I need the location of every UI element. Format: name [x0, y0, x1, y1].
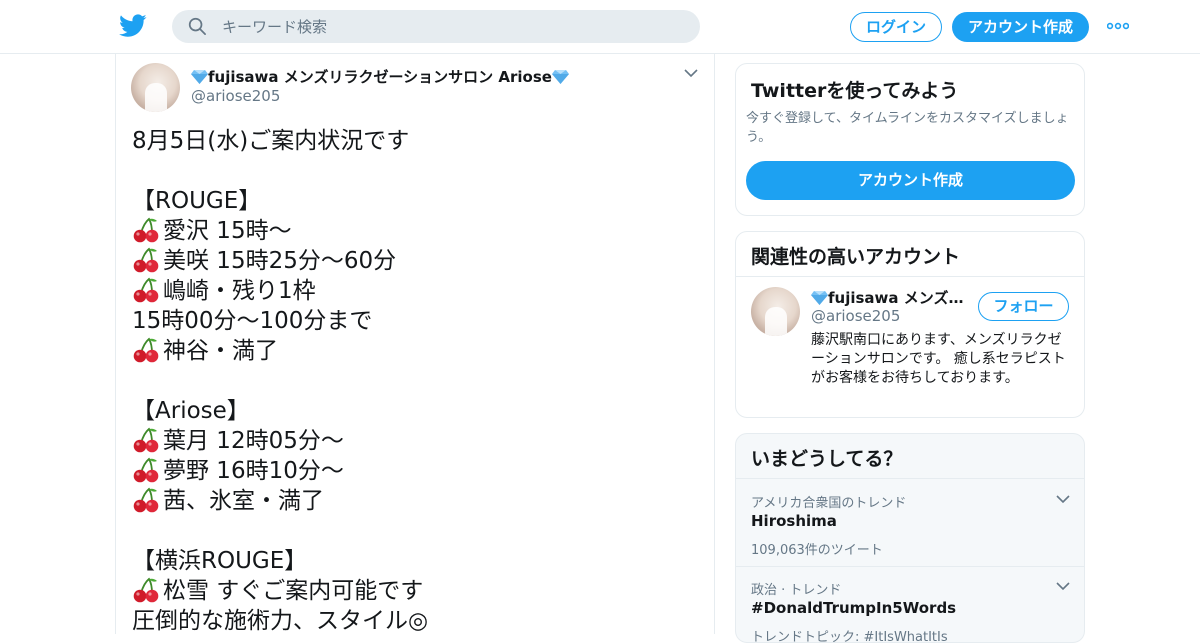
tweet-text-line: 【ROUGE】	[132, 186, 702, 216]
tweet-text-line	[132, 366, 702, 396]
top-navigation-bar: ログイン アカウント作成	[0, 0, 1200, 54]
tweet-text-line: 愛沢 15時～	[132, 216, 702, 246]
tweet-text-span: 【Ariose】	[132, 398, 250, 424]
related-accounts-title: 関連性の高いアカウント	[736, 232, 1084, 277]
tweet-text-span: 葉月 12時05分～	[163, 428, 344, 454]
trend-item[interactable]: アメリカ合衆国のトレンド Hiroshima 109,063件のツイート	[736, 480, 1084, 567]
tweet-text-line: 葉月 12時05分～	[132, 426, 702, 456]
tweet-text: 8月5日(水)ご案内状況です 【ROUGE】愛沢 15時～ 美咲 15時25分～60…	[132, 126, 702, 636]
avatar[interactable]	[131, 63, 180, 112]
follow-button[interactable]: フォロー	[978, 292, 1069, 321]
trend-name: Hiroshima	[751, 512, 837, 530]
chevron-down-icon[interactable]	[1056, 581, 1070, 591]
signup-button[interactable]: アカウント作成	[952, 12, 1089, 42]
signup-card-subtitle: 今すぐ登録して、タイムラインをカスタマイズしましょう。	[746, 111, 1069, 145]
tweet-text-line: 【Ariose】	[132, 396, 702, 426]
cherry-icon	[132, 337, 160, 363]
tweet-text-span: 圧倒的な施術力、スタイル◎	[132, 608, 429, 634]
trend-category: アメリカ合衆国のトレンド	[751, 496, 907, 511]
tweet-text-span: 【横浜ROUGE】	[132, 548, 308, 574]
chevron-down-icon[interactable]	[684, 68, 698, 78]
tweet-text-span: 夢野 16時10分～	[163, 458, 344, 484]
trends-card: いまどうしてる？ アメリカ合衆国のトレンド Hiroshima 109,063件…	[735, 433, 1085, 643]
related-account-bio: 藤沢駅南口にあります、メンズリラクゼーションサロンです。 癒し系セラピストがお客…	[811, 332, 1066, 386]
related-account-handle[interactable]: @ariose205	[811, 307, 900, 325]
trend-category: 政治 · トレンド	[751, 583, 842, 598]
tweet-author-name[interactable]: fujisawa メンズリラクゼーションサロン Ariose	[191, 66, 569, 87]
search-input[interactable]	[222, 10, 682, 43]
tweet-text-span: 8月5日(水)ご案内状況です	[132, 128, 410, 154]
chevron-down-icon[interactable]	[1056, 494, 1070, 504]
tweet-text-line: 茜、氷室・満了	[132, 486, 702, 516]
tweet-text-line: 8月5日(水)ご案内状況です	[132, 126, 702, 156]
tweet-text-span: 茜、氷室・満了	[163, 488, 324, 514]
tweet-text-span: 松雪 すぐご案内可能です	[163, 578, 424, 604]
tweet-text-line: 嶋崎・残り1枠	[132, 276, 702, 306]
cherry-icon	[132, 277, 160, 303]
search-icon	[188, 17, 206, 35]
tweet-text-line	[132, 516, 702, 546]
avatar[interactable]	[751, 287, 800, 336]
tweet-text-span: 嶋崎・残り1枠	[163, 278, 316, 304]
tweet-text-line: 夢野 16時10分～	[132, 456, 702, 486]
tweet-text-line: 美咲 15時25分～60分	[132, 246, 702, 276]
cherry-icon	[132, 457, 160, 483]
trend-count: 109,063件のツイート	[751, 543, 883, 558]
trends-title: いまどうしてる？	[736, 434, 1084, 479]
signup-card-button[interactable]: アカウント作成	[746, 161, 1075, 200]
cherry-icon	[132, 217, 160, 243]
login-button[interactable]: ログイン	[850, 12, 942, 42]
related-account-name[interactable]: fujisawa メンズリ…	[811, 287, 971, 308]
gem-icon	[191, 70, 208, 84]
related-account-name-text: fujisawa メンズリ…	[828, 289, 971, 307]
tweet-text-line: 【横浜ROUGE】	[132, 546, 702, 576]
gem-icon	[551, 70, 569, 84]
tweet-card: fujisawa メンズリラクゼーションサロン Ariose @ariose20…	[115, 54, 715, 634]
related-accounts-card: 関連性の高いアカウント fujisawa メンズリ… @ariose205 フォ…	[735, 231, 1085, 418]
tweet-text-line: 15時00分～100分まで	[132, 306, 702, 336]
trend-count: トレンドトピック: #ItIsWhatItIs	[751, 630, 948, 643]
cherry-icon	[132, 487, 160, 513]
search-box[interactable]	[172, 10, 700, 43]
tweet-text-span: 美咲 15時25分～60分	[163, 248, 397, 274]
gem-icon	[811, 291, 828, 305]
twitter-bird-icon[interactable]	[119, 14, 147, 38]
signup-prompt-card: Twitterを使ってみよう 今すぐ登録して、タイムラインをカスタマイズしましょ…	[735, 63, 1085, 216]
trend-name: #DonaldTrumpIn5Words	[751, 599, 957, 617]
tweet-text-line: 圧倒的な施術力、スタイル◎	[132, 606, 702, 636]
tweet-text-span: 神谷・満了	[163, 338, 278, 364]
tweet-text-span: 【ROUGE】	[132, 188, 262, 214]
tweet-text-line	[132, 156, 702, 186]
trend-item[interactable]: 政治 · トレンド #DonaldTrumpIn5Words トレンドトピック:…	[736, 567, 1084, 643]
tweet-author-name-text: fujisawa メンズリラクゼーションサロン Ariose	[208, 68, 552, 86]
signup-card-title: Twitterを使ってみよう	[751, 80, 959, 102]
tweet-text-line: 神谷・満了	[132, 336, 702, 366]
tweet-author-handle[interactable]: @ariose205	[191, 87, 280, 105]
cherry-icon	[132, 577, 160, 603]
tweet-text-line: 松雪 すぐご案内可能です	[132, 576, 702, 606]
tweet-text-span: 愛沢 15時～	[163, 218, 292, 244]
tweet-text-span: 15時00分～100分まで	[132, 308, 373, 334]
cherry-icon	[132, 247, 160, 273]
more-options-icon[interactable]	[1107, 21, 1129, 31]
cherry-icon	[132, 427, 160, 453]
